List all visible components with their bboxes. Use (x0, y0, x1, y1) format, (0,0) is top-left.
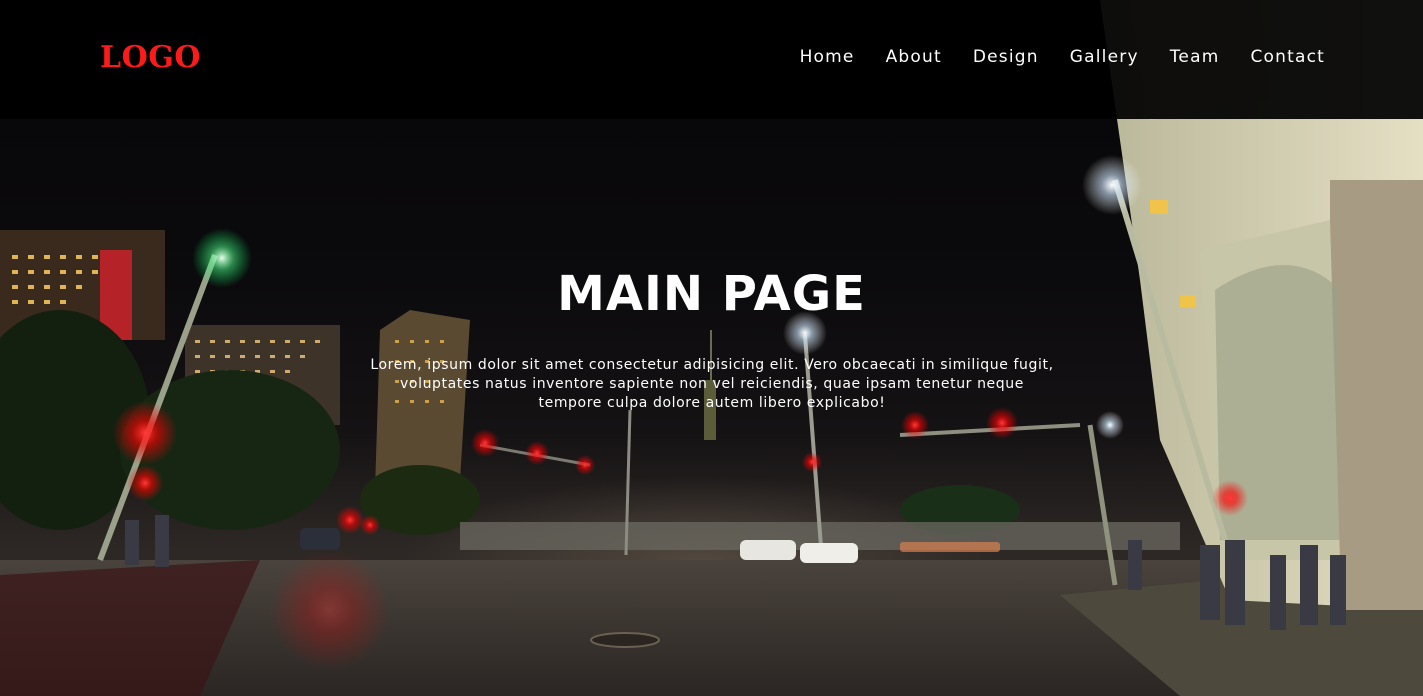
nav-menu: Home About Design Gallery Team Contact (769, 47, 1325, 67)
nav-item-gallery[interactable]: Gallery (1070, 47, 1139, 67)
nav-item-home[interactable]: Home (800, 47, 855, 67)
logo[interactable]: LOGO (100, 40, 201, 75)
nav-item-design[interactable]: Design (973, 47, 1039, 67)
nav-item-about[interactable]: About (886, 47, 942, 67)
nav-item-team[interactable]: Team (1170, 47, 1220, 67)
nav-item-contact[interactable]: Contact (1250, 47, 1325, 67)
hero-description: Lorem, ipsum dolor sit amet consectetur … (370, 357, 1054, 411)
page-title: MAIN PAGE (557, 266, 866, 322)
navbar: LOGO Home About Design Gallery Team Cont… (0, 0, 1423, 119)
